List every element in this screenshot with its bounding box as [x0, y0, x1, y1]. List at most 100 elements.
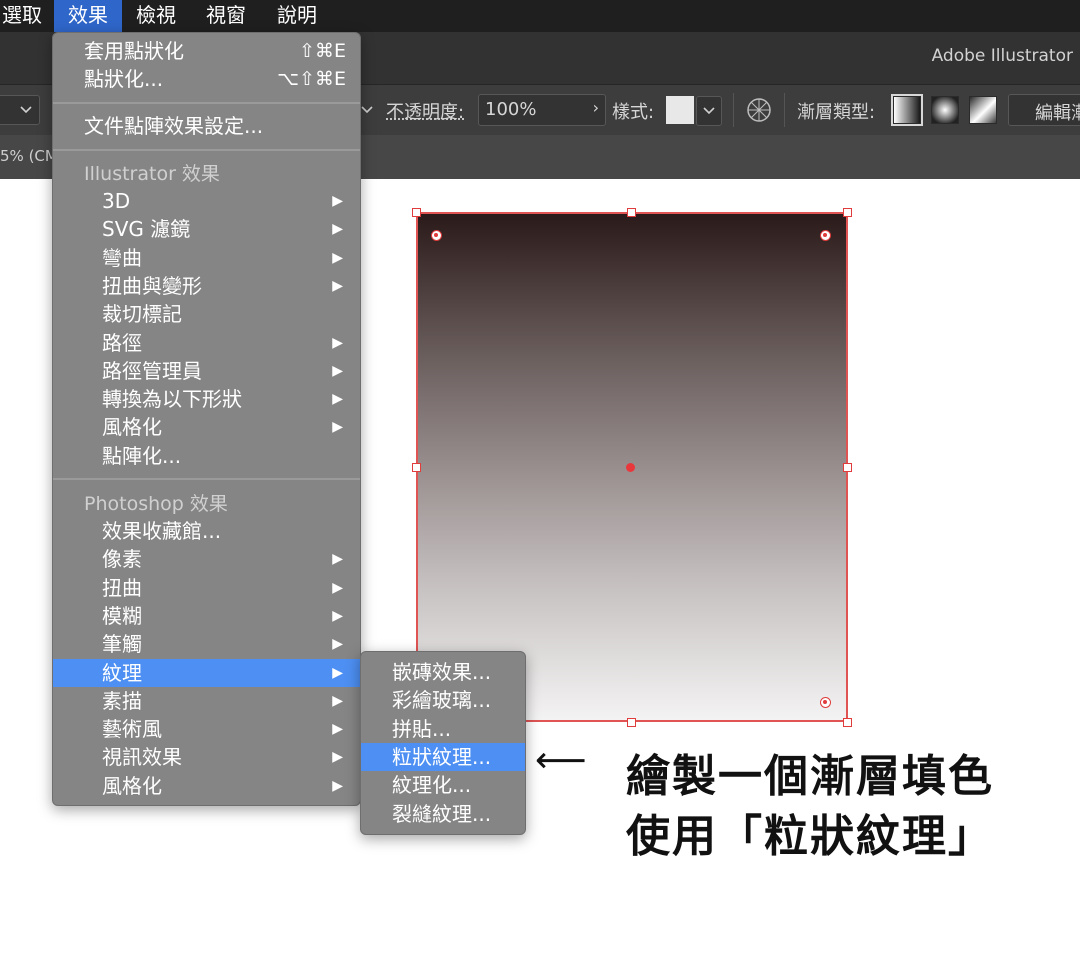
menu-item-illustrator-8[interactable]: 風格化 ▶	[53, 413, 360, 441]
center-point	[626, 463, 635, 472]
submenu-item-label: 裂縫紋理...	[392, 801, 492, 826]
chevron-down-icon	[20, 106, 32, 114]
bounding-handle-middle-right[interactable]	[843, 463, 852, 472]
menu-item-illustrator-5[interactable]: 路徑 ▶	[53, 329, 360, 357]
menu-item-photoshop-label: 紋理	[102, 660, 142, 685]
menu-window[interactable]: 視窗	[206, 0, 246, 32]
menu-item-apply-last-effect[interactable]: 套用點狀化 ⇧⌘E	[53, 37, 360, 65]
submenu-arrow-icon: ▶	[332, 249, 343, 266]
menu-item-illustrator-label: 裁切標記	[102, 302, 182, 327]
style-dropdown[interactable]	[696, 96, 722, 126]
menu-item-last-effect[interactable]: 點狀化... ⌥⇧⌘E	[53, 65, 360, 93]
menu-item-photoshop-9[interactable]: 風格化 ▶	[53, 772, 360, 800]
corner-widget-top-right[interactable]	[820, 230, 831, 241]
corner-widget-top-left[interactable]	[431, 230, 442, 241]
menu-divider	[53, 149, 360, 151]
recolor-artwork-icon[interactable]	[746, 97, 772, 123]
submenu-arrow-icon: ▶	[332, 579, 343, 596]
effect-menu: 套用點狀化 ⇧⌘E 點狀化... ⌥⇧⌘E 文件點陣效果設定... Illust…	[52, 32, 361, 806]
edit-gradient-label: 編輯漸	[1035, 103, 1080, 124]
menu-item-illustrator-label: 彎曲	[102, 245, 142, 270]
menu-help[interactable]: 說明	[277, 0, 317, 32]
divider	[784, 93, 785, 127]
submenu-item-texture-3[interactable]: 粒狀紋理...	[361, 742, 525, 771]
submenu-arrow-icon: ▶	[332, 551, 343, 568]
menu-item-photoshop-8[interactable]: 視訊效果 ▶	[53, 743, 360, 771]
freeform-gradient-button[interactable]	[969, 96, 997, 124]
bounding-handle-middle-left[interactable]	[412, 463, 421, 472]
radial-gradient-button[interactable]	[931, 96, 959, 124]
chevron-down-icon[interactable]	[360, 105, 374, 115]
menu-item-photoshop-label: 效果收藏館...	[102, 519, 222, 543]
menu-effect[interactable]: 效果	[54, 0, 122, 32]
menu-item-illustrator-2[interactable]: 彎曲 ▶	[53, 244, 360, 272]
submenu-arrow-icon: ▶	[332, 277, 343, 294]
menu-item-photoshop-5[interactable]: 紋理 ▶	[53, 658, 360, 687]
menu-item-photoshop-4[interactable]: 筆觸 ▶	[53, 630, 360, 658]
menu-item-photoshop-label: 筆觸	[102, 632, 142, 657]
menu-item-illustrator-3[interactable]: 扭曲與變形 ▶	[53, 272, 360, 300]
submenu-arrow-icon: ▶	[332, 221, 343, 238]
illustrator-effects-header: Illustrator 效果	[84, 163, 220, 185]
menu-item-illustrator-4[interactable]: 裁切標記	[53, 300, 360, 328]
menu-item-photoshop-6[interactable]: 素描 ▶	[53, 687, 360, 715]
menu-item-illustrator-0[interactable]: 3D ▶	[53, 187, 360, 215]
menu-divider	[53, 102, 360, 104]
menu-item-photoshop-0[interactable]: 效果收藏館...	[53, 517, 360, 545]
submenu-item-label: 嵌磚效果...	[392, 660, 492, 684]
submenu-item-texture-0[interactable]: 嵌磚效果...	[361, 658, 525, 686]
linear-gradient-button[interactable]	[891, 94, 923, 126]
bounding-handle-top-center[interactable]	[627, 208, 636, 217]
submenu-item-texture-1[interactable]: 彩繪玻璃...	[361, 686, 525, 714]
submenu-arrow-icon: ▶	[332, 607, 343, 624]
bounding-handle-top-right[interactable]	[843, 208, 852, 217]
bounding-handle-bottom-center[interactable]	[627, 718, 636, 727]
menu-item-photoshop-label: 像素	[102, 547, 142, 572]
annotation-line-2: 使用「粒狀紋理」	[626, 811, 994, 862]
left-dropdown[interactable]	[0, 95, 40, 125]
menu-view[interactable]: 檢視	[136, 0, 176, 32]
menu-item-document-raster-settings[interactable]: 文件點陣效果設定...	[53, 112, 360, 140]
chevron-right-icon[interactable]: ›	[593, 98, 599, 117]
style-label: 樣式:	[612, 102, 655, 123]
submenu-item-label: 紋理化...	[392, 773, 472, 798]
chevron-down-icon	[703, 107, 715, 115]
menu-item-illustrator-label: 風格化	[102, 415, 162, 440]
menu-item-illustrator-6[interactable]: 路徑管理員 ▶	[53, 357, 360, 385]
menu-item-illustrator-label: 點陣化...	[102, 443, 182, 468]
submenu-arrow-icon: ▶	[332, 664, 343, 681]
menu-select[interactable]: 選取	[0, 0, 44, 32]
menu-item-illustrator-9[interactable]: 點陣化...	[53, 442, 360, 470]
menu-item-illustrator-1[interactable]: SVG 濾鏡 ▶	[53, 215, 360, 243]
submenu-arrow-icon: ▶	[332, 419, 343, 436]
bounding-handle-bottom-right[interactable]	[843, 718, 852, 727]
menu-item-photoshop-2[interactable]: 扭曲 ▶	[53, 574, 360, 602]
submenu-arrow-icon: ▶	[332, 692, 343, 709]
bounding-handle-top-left[interactable]	[412, 208, 421, 217]
menu-bar: 選取 效果 檢視 視窗 說明	[0, 0, 1080, 32]
corner-widget-bottom-right[interactable]	[820, 697, 831, 708]
submenu-arrow-icon: ▶	[332, 636, 343, 653]
annotation-line-1: 繪製一個漸層填色	[626, 751, 994, 802]
menu-item-photoshop-1[interactable]: 像素 ▶	[53, 545, 360, 573]
document-tab[interactable]: 5% (CM	[0, 147, 58, 165]
menu-item-photoshop-label: 風格化	[102, 773, 162, 798]
style-swatch[interactable]	[666, 96, 694, 124]
submenu-item-texture-4[interactable]: 紋理化...	[361, 771, 525, 799]
edit-gradient-button[interactable]: 編輯漸	[1008, 94, 1080, 126]
menu-item-illustrator-7[interactable]: 轉換為以下形狀 ▶	[53, 385, 360, 413]
submenu-arrow-icon: ▶	[332, 749, 343, 766]
menu-item-photoshop-3[interactable]: 模糊 ▶	[53, 602, 360, 630]
menu-item-photoshop-7[interactable]: 藝術風 ▶	[53, 715, 360, 743]
menu-item-photoshop-label: 模糊	[102, 603, 142, 628]
annotation-arrow: ⟵	[535, 740, 587, 781]
opacity-field[interactable]: 100% ›	[478, 94, 606, 126]
gradient-type-label: 漸層類型:	[797, 102, 876, 123]
shortcut-label: ⌥⇧⌘E	[277, 68, 346, 90]
submenu-item-texture-2[interactable]: 拼貼...	[361, 715, 525, 743]
menu-item-illustrator-label: 路徑	[102, 330, 142, 355]
menu-divider	[53, 478, 360, 480]
menu-item-photoshop-label: 素描	[102, 688, 142, 713]
submenu-item-texture-5[interactable]: 裂縫紋理...	[361, 800, 525, 828]
app-title: Adobe Illustrator	[931, 46, 1073, 66]
